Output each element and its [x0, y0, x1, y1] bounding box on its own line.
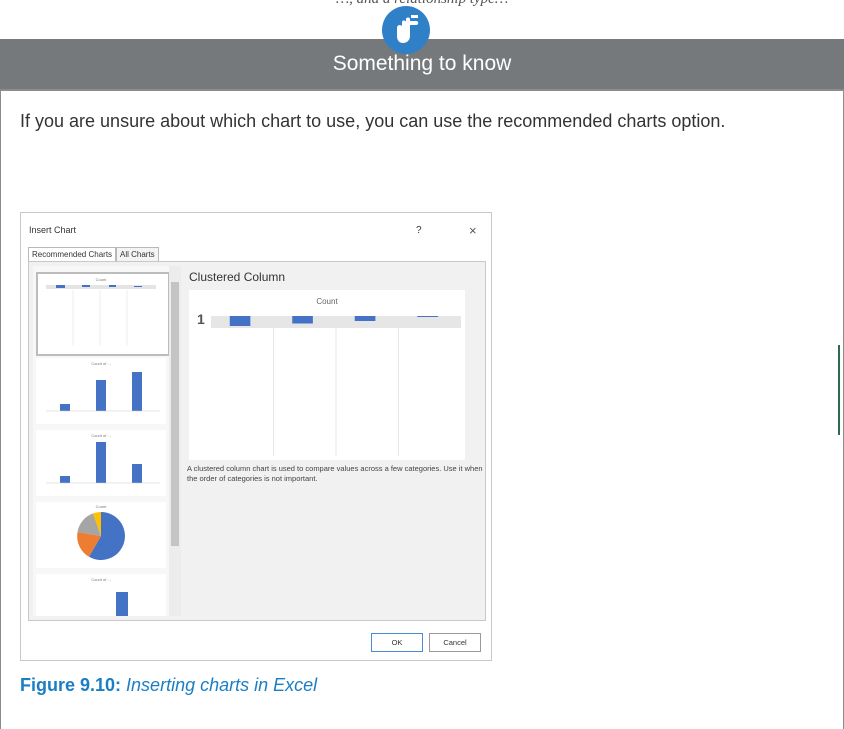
bar-A: [229, 316, 251, 326]
pointing-hand-icon: [382, 6, 430, 54]
figure-caption: Figure 9.10: Inserting charts in Excel: [20, 675, 317, 696]
svg-text:Count of ...: Count of ...: [91, 433, 111, 438]
thumb-title: Count: [96, 277, 108, 282]
svg-text:Count: Count: [96, 504, 108, 509]
page-edge-marker: [838, 345, 840, 435]
intro-text: If you are unsure about which chart to u…: [20, 111, 726, 131]
banner-title: Something to know: [332, 52, 512, 75]
insert-chart-dialog: Insert Chart ? × Recommended Charts All …: [20, 212, 492, 661]
dialog-title: Insert Chart: [29, 225, 77, 235]
bar-D: [417, 316, 438, 317]
bar-B: [292, 316, 313, 324]
bar-C: [354, 316, 376, 321]
chart-thumbnail-column[interactable]: Count of ...: [36, 358, 166, 424]
chart-thumbnail-column-3[interactable]: Count of ...: [36, 574, 166, 616]
tab-recommended-charts[interactable]: Recommended Charts: [28, 247, 117, 262]
ok-button[interactable]: OK: [371, 633, 423, 652]
svg-text:Count of ...: Count of ...: [91, 577, 111, 582]
chart-thumbnail-clustered-column[interactable]: Count: [36, 272, 169, 356]
recommended-chart-list: Count Count of ... Count of ... Count Co…: [33, 266, 169, 616]
help-icon[interactable]: ?: [416, 225, 422, 236]
cancel-button[interactable]: Cancel: [429, 633, 481, 652]
clustered-column-preview: Count 1: [189, 290, 465, 460]
close-icon[interactable]: ×: [469, 223, 477, 238]
chart-title: Count: [316, 297, 338, 306]
axis-marker: 1: [197, 311, 205, 327]
svg-text:Count of ...: Count of ...: [91, 361, 111, 366]
caption-text: Inserting charts in Excel: [126, 675, 318, 695]
chart-description: A clustered column chart is used to comp…: [187, 464, 483, 483]
caption-label: Figure 9.10:: [20, 675, 122, 695]
box-divider: [0, 89, 844, 91]
tab-all-charts[interactable]: All Charts: [116, 247, 159, 262]
dialog-pane: Count Count of ... Count of ... Count Co…: [28, 261, 486, 621]
chart-thumbnail-column-2[interactable]: Count of ...: [36, 430, 166, 496]
scrollbar-thumb[interactable]: [171, 282, 179, 546]
thumbnail-scrollbar[interactable]: [169, 266, 181, 616]
preview-title: Clustered Column: [189, 270, 286, 284]
chart-thumbnail-pie[interactable]: Count: [36, 502, 166, 568]
